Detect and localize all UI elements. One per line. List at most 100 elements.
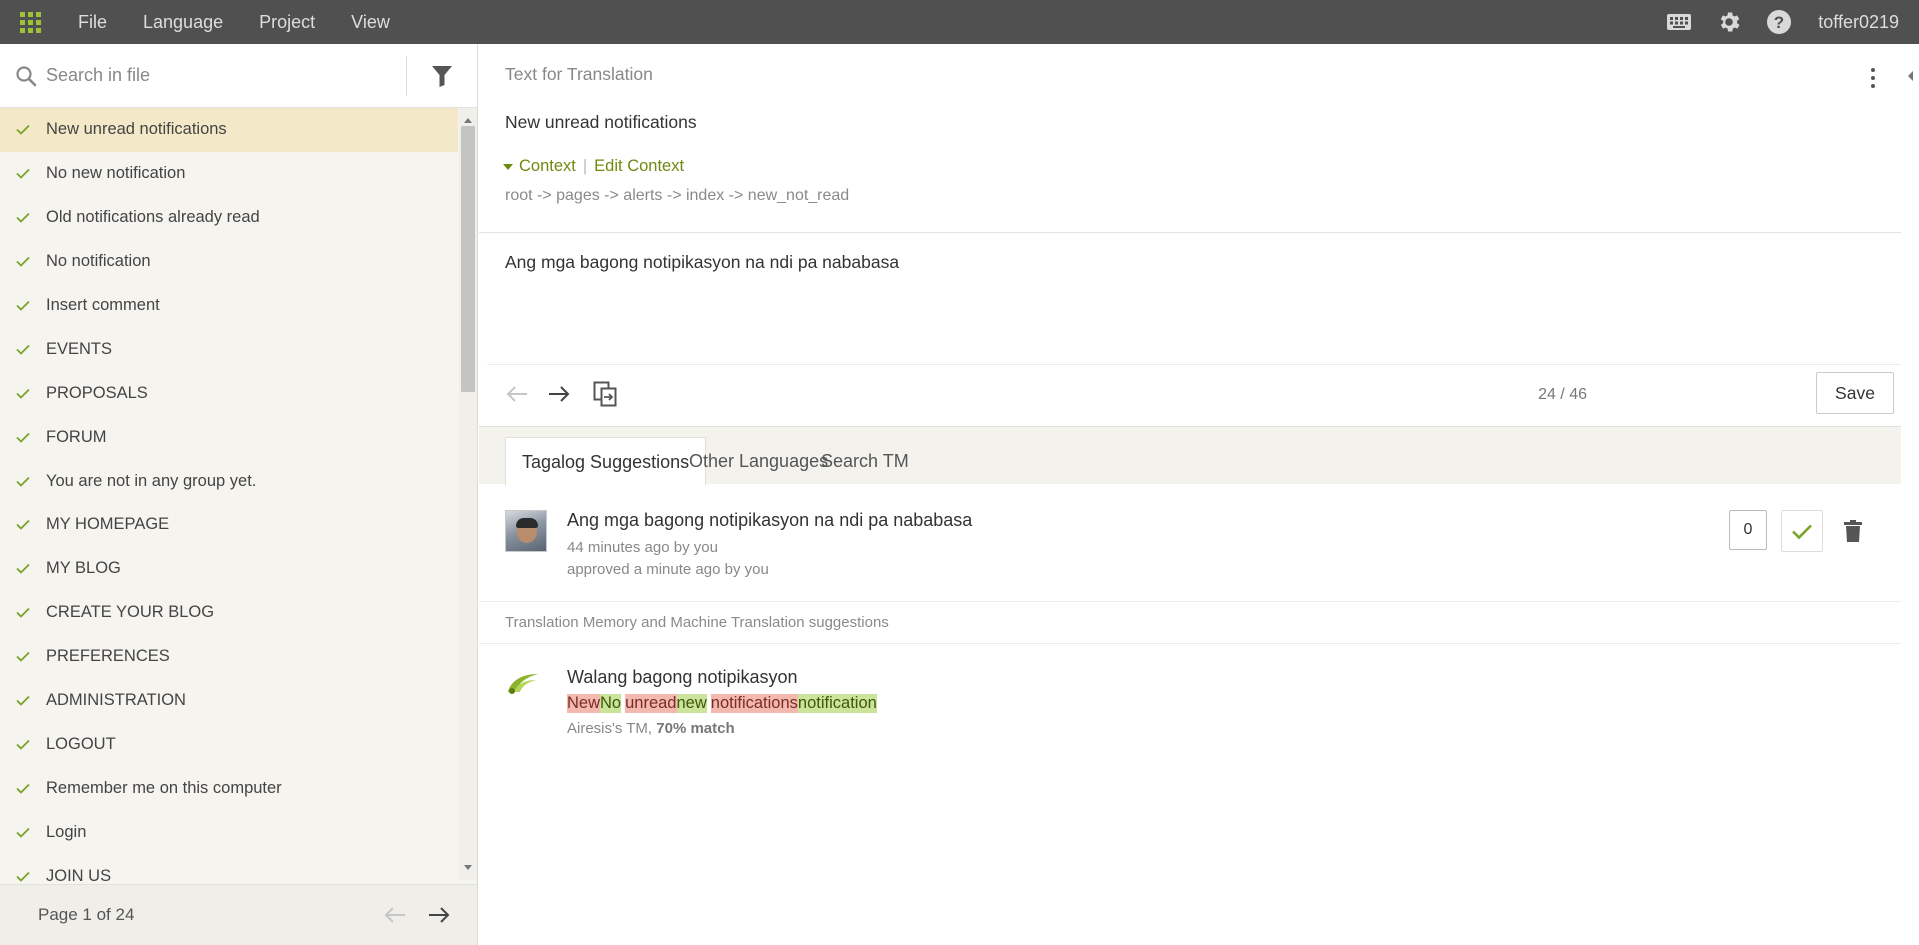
collapse-right-panel-icon[interactable] — [1901, 58, 1919, 94]
check-icon — [0, 519, 46, 531]
edit-context-link[interactable]: Edit Context — [594, 157, 684, 176]
check-icon — [0, 607, 46, 619]
string-counter: 24 / 46 — [1538, 386, 1587, 403]
editor-panel: Text for Translation New unread notifica… — [479, 44, 1901, 945]
menu-language[interactable]: Language — [125, 0, 241, 44]
suggestion-time: 44 minutes ago by you — [567, 539, 718, 556]
list-item[interactable]: FORUM — [0, 415, 458, 459]
list-item-label: PREFERENCES — [46, 647, 170, 666]
save-button[interactable]: Save — [1816, 372, 1894, 414]
tm-source-info: Airesis's TM, 70% match — [567, 720, 735, 737]
caret-down-icon — [503, 163, 513, 170]
list-item[interactable]: Login — [0, 810, 458, 854]
apps-grid-icon[interactable] — [0, 0, 60, 44]
list-item-label: Insert comment — [46, 296, 160, 314]
entity-list-scrollbar[interactable] — [459, 108, 477, 880]
list-item[interactable]: MY BLOG — [0, 547, 458, 591]
check-icon — [0, 739, 46, 750]
list-item-label: No new notification — [46, 164, 186, 183]
list-item-label: MY BLOG — [46, 559, 121, 578]
scroll-up-arrow-icon[interactable] — [464, 118, 472, 123]
list-item[interactable]: No new notification — [0, 152, 458, 196]
context-toggle[interactable]: Context — [519, 157, 576, 176]
translation-suggestion: Ang mga bagong notipikasyon na ndi pa na… — [479, 484, 1901, 602]
suggestion-approval: approved a minute ago by you — [567, 561, 769, 578]
list-item[interactable]: LOGOUT — [0, 722, 458, 766]
list-item-label: ADMINISTRATION — [46, 691, 186, 710]
list-item[interactable]: CREATE YOUR BLOG — [0, 591, 458, 635]
approve-button[interactable] — [1781, 510, 1823, 552]
list-item-label: EVENTS — [46, 339, 113, 358]
scroll-thumb[interactable] — [461, 126, 475, 392]
trash-icon[interactable] — [1835, 510, 1871, 552]
list-item[interactable]: Old notifications already read — [0, 196, 458, 240]
vote-count[interactable]: 0 — [1729, 510, 1767, 550]
suggestion-text[interactable]: Ang mga bagong notipikasyon na ndi pa na… — [567, 510, 972, 531]
search-input[interactable] — [46, 55, 386, 96]
check-icon — [0, 432, 46, 443]
diff-removed: unread — [625, 694, 677, 713]
list-item-label: New unread notifications — [46, 120, 227, 139]
check-icon — [0, 651, 46, 662]
svg-text:?: ? — [1774, 13, 1784, 32]
menu-view[interactable]: View — [333, 0, 408, 44]
list-item-label: Login — [46, 822, 87, 841]
diff-added: new — [676, 694, 707, 713]
list-item[interactable]: New unread notifications — [0, 108, 458, 152]
context-row: Context | Edit Context — [503, 157, 684, 176]
prev-string-arrow-icon[interactable] — [495, 372, 539, 416]
list-item[interactable]: EVENTS — [0, 327, 458, 371]
translation-textarea[interactable]: Ang mga bagong notipikasyon na ndi pa na… — [505, 252, 1885, 332]
next-page-arrow-icon[interactable] — [417, 893, 461, 937]
search-icon — [0, 65, 46, 87]
check-icon — [0, 124, 46, 136]
tm-logo-icon — [505, 670, 541, 696]
diff-added: No — [600, 694, 622, 713]
help-icon[interactable]: ? — [1754, 0, 1804, 44]
check-icon — [0, 827, 46, 838]
check-icon — [0, 871, 46, 882]
list-item-label: JOIN US — [46, 866, 112, 885]
list-item-label: LOGOUT — [46, 734, 116, 753]
list-item[interactable]: ADMINISTRATION — [0, 679, 458, 723]
entity-list: New unread notifications No new notifica… — [0, 108, 458, 928]
check-icon — [0, 388, 46, 399]
tm-suggestion-text[interactable]: Walang bagong notipikasyon — [567, 667, 798, 688]
list-item[interactable]: PREFERENCES — [0, 635, 458, 679]
filter-icon[interactable] — [407, 44, 477, 108]
user-menu[interactable]: toffer0219 — [1804, 12, 1919, 33]
diff-removed: notifications — [710, 694, 798, 713]
list-item[interactable]: PROPOSALS — [0, 371, 458, 415]
list-item[interactable]: Insert comment — [0, 284, 458, 328]
list-item-label: You are not in any group yet. — [46, 471, 257, 490]
list-item[interactable]: You are not in any group yet. — [0, 459, 458, 503]
menu-file[interactable]: File — [60, 0, 125, 44]
menu-project[interactable]: Project — [241, 0, 333, 44]
tm-section: Translation Memory and Machine Translati… — [479, 602, 1901, 644]
editor-toolbar: 24 / 46 Save — [479, 366, 1901, 426]
context-path: root -> pages -> alerts -> index -> new_… — [505, 187, 850, 204]
list-item-label: FORUM — [46, 427, 107, 446]
tm-source-name: Airesis's TM, — [567, 720, 657, 737]
list-item-label: Remember me on this computer — [46, 778, 282, 797]
search-bar — [0, 44, 477, 108]
prev-page-arrow-icon[interactable] — [373, 893, 417, 937]
copy-source-icon[interactable] — [583, 372, 627, 416]
context-separator: | — [582, 157, 588, 175]
diff-added: notification — [797, 694, 877, 713]
more-options-icon[interactable] — [1861, 64, 1885, 92]
check-icon — [0, 168, 46, 180]
check-icon — [0, 344, 46, 355]
list-item[interactable]: MY HOMEPAGE — [0, 503, 458, 547]
next-string-arrow-icon[interactable] — [537, 372, 581, 416]
gear-icon[interactable] — [1704, 0, 1754, 44]
keyboard-icon[interactable] — [1654, 0, 1704, 44]
tab-search-tm[interactable]: Search TM — [805, 437, 925, 485]
entity-sidebar: New unread notifications No new notifica… — [0, 44, 478, 945]
list-item[interactable]: Remember me on this computer — [0, 766, 458, 810]
scroll-down-arrow-icon[interactable] — [464, 865, 472, 870]
diff-removed: New — [567, 694, 601, 713]
check-icon — [0, 300, 46, 311]
check-icon — [0, 783, 46, 794]
list-item[interactable]: No notification — [0, 240, 458, 284]
